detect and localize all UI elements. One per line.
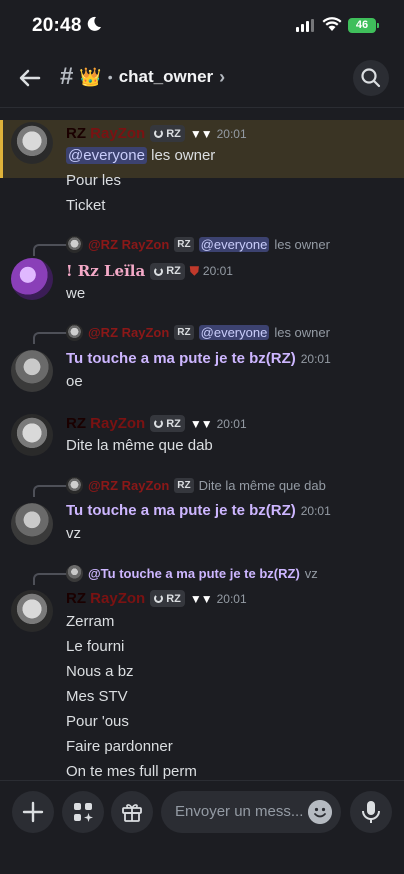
- reply-preview[interactable]: @RZ RayZon RZ Dite la même que dab: [66, 477, 326, 494]
- gift-icon: [122, 804, 142, 822]
- author-name[interactable]: RZ RayZon: [66, 125, 145, 142]
- message-author: Tu touche a ma pute je te bz(RZ) 20:01: [66, 350, 331, 367]
- back-arrow-icon[interactable]: [16, 64, 44, 92]
- role-badge-icon: ▼▼: [189, 126, 213, 141]
- reply-preview[interactable]: @RZ RayZon RZ @everyone les owner: [66, 324, 330, 341]
- reply-spine: [33, 332, 67, 344]
- role-badge-icon: ▼▼: [189, 591, 213, 606]
- reply-avatar: [66, 565, 83, 582]
- channel-name: chat_owner: [118, 67, 214, 86]
- channel-emoji: 👑: [79, 66, 102, 87]
- message-text: Mes STV: [66, 688, 128, 705]
- reply-preview[interactable]: @RZ RayZon RZ @everyone les owner: [66, 236, 330, 253]
- avatar[interactable]: [11, 122, 53, 164]
- timestamp: 20:01: [300, 503, 331, 518]
- message-author: ! Rz Leïla RZ ⛊ 20:01: [66, 262, 233, 280]
- message-text: Pour 'ous: [66, 713, 129, 730]
- channel-header: # 👑 • chat_owner ›: [0, 50, 404, 108]
- server-tag: RZ: [150, 415, 185, 432]
- reply-server-tag: RZ: [174, 237, 194, 252]
- everyone-mention[interactable]: @everyone: [66, 147, 147, 164]
- avatar[interactable]: [11, 414, 53, 456]
- microphone-icon: [362, 801, 380, 823]
- avatar[interactable]: [11, 503, 53, 545]
- avatar[interactable]: [11, 258, 53, 300]
- message-text: vz: [66, 525, 81, 542]
- message-text: Zerram: [66, 613, 115, 630]
- separator-dot: •: [107, 69, 113, 85]
- message-text: Faire pardonner: [66, 738, 173, 755]
- server-tag: RZ: [150, 262, 185, 280]
- do-not-disturb-moon-icon: [87, 16, 101, 31]
- apps-sparkle-icon: [74, 803, 93, 822]
- avatar[interactable]: [11, 590, 53, 632]
- author-name[interactable]: Tu touche a ma pute je te bz(RZ): [66, 350, 296, 367]
- reply-server-tag: RZ: [174, 325, 194, 340]
- message-text: Dite la même que dab: [66, 437, 213, 454]
- timestamp: 20:01: [216, 126, 247, 141]
- message-text: On te mes full perm: [66, 763, 197, 780]
- server-tag: RZ: [150, 590, 185, 607]
- reply-avatar: [66, 236, 83, 253]
- reply-spine: [33, 573, 67, 585]
- battery-icon: 46: [348, 18, 379, 33]
- message-input[interactable]: Envoyer un mess...: [161, 791, 341, 833]
- gift-button[interactable]: [111, 791, 153, 833]
- message-list[interactable]: RZ RayZon RZ ▼▼ 20:01 @everyone les owne…: [0, 108, 404, 780]
- timestamp: 20:01: [300, 351, 331, 366]
- status-time: 20:48: [32, 15, 82, 36]
- apps-button[interactable]: [62, 791, 104, 833]
- message-text: we: [66, 285, 86, 302]
- author-name[interactable]: Tu touche a ma pute je te bz(RZ): [66, 502, 296, 519]
- message-text: Le fourni: [66, 638, 125, 655]
- add-attachment-button[interactable]: [12, 791, 54, 833]
- emoji-icon[interactable]: [308, 800, 332, 824]
- author-name[interactable]: RZ RayZon: [66, 590, 145, 607]
- timestamp: 20:01: [216, 591, 247, 606]
- reply-spine: [33, 244, 67, 256]
- cellular-signal-icon: [296, 19, 314, 32]
- message-author: RZ RayZon RZ ▼▼ 20:01: [66, 125, 247, 142]
- message-text: Ticket: [66, 197, 106, 214]
- server-tag: RZ: [150, 125, 185, 142]
- timestamp: 20:01: [216, 416, 247, 431]
- author-name[interactable]: ! Rz Leïla: [66, 262, 145, 280]
- reply-preview[interactable]: @Tu touche a ma pute je te bz(RZ) vz: [66, 565, 318, 582]
- message-author: RZ RayZon RZ ▼▼ 20:01: [66, 590, 247, 607]
- message-input-placeholder: Envoyer un mess...: [175, 803, 304, 820]
- message-composer: Envoyer un mess...: [0, 780, 404, 874]
- message-text: @everyone les owner: [66, 147, 216, 164]
- chevron-right-icon: ›: [219, 66, 226, 87]
- reply-server-tag: RZ: [174, 478, 194, 493]
- reply-avatar: [66, 477, 83, 494]
- voice-message-button[interactable]: [350, 791, 392, 833]
- author-name[interactable]: RZ RayZon: [66, 415, 145, 432]
- status-bar: 20:48 46: [0, 0, 404, 50]
- wifi-icon: [322, 17, 342, 31]
- message-text: oe: [66, 373, 83, 390]
- channel-title[interactable]: # 👑 • chat_owner ›: [60, 65, 225, 89]
- message-text: Nous a bz: [66, 663, 134, 680]
- channel-hash-icon: #: [60, 63, 74, 90]
- plus-icon: [22, 801, 44, 823]
- role-badge-icon: ⛊: [189, 263, 199, 278]
- avatar[interactable]: [11, 350, 53, 392]
- timestamp: 20:01: [202, 264, 233, 278]
- message-text: Pour les: [66, 172, 122, 189]
- reply-avatar: [66, 324, 83, 341]
- role-badge-icon: ▼▼: [189, 416, 213, 431]
- message-author: RZ RayZon RZ ▼▼ 20:01: [66, 415, 247, 432]
- search-icon: [361, 68, 381, 88]
- search-button[interactable]: [353, 60, 389, 96]
- message-author: Tu touche a ma pute je te bz(RZ) 20:01: [66, 502, 331, 519]
- reply-spine: [33, 485, 67, 497]
